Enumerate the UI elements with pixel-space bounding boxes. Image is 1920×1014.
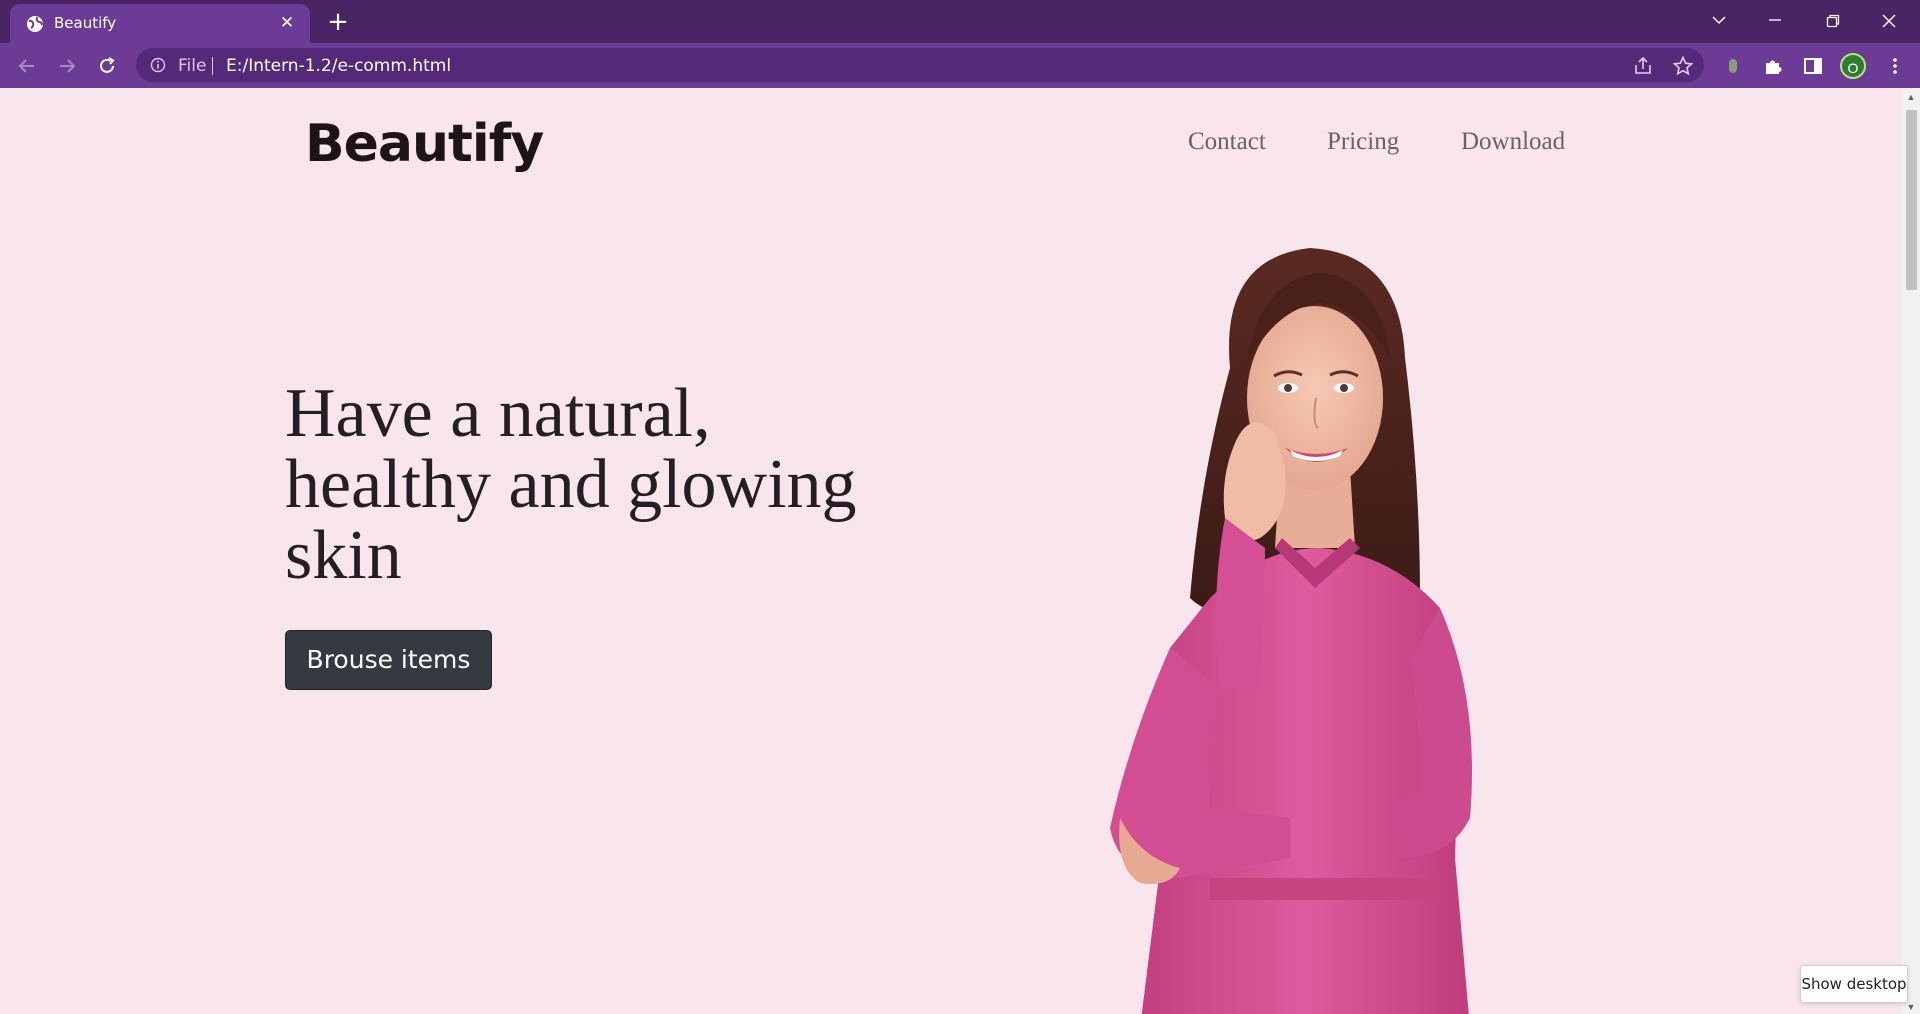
show-desktop-tooltip: Show desktop xyxy=(1800,965,1908,1003)
share-icon[interactable] xyxy=(1632,55,1654,77)
hero-model-image xyxy=(1110,248,1472,1014)
forward-icon[interactable] xyxy=(52,51,82,81)
nav-link-contact[interactable]: Contact xyxy=(1188,128,1266,156)
restore-icon[interactable] xyxy=(1810,6,1856,36)
info-icon[interactable] xyxy=(150,57,166,73)
tab-strip: Beautify ✕ + xyxy=(0,0,1920,43)
scroll-up-arrow-icon[interactable]: ▲ xyxy=(1906,92,1916,102)
page-viewport: Beautify Contact Pricing Download Have a… xyxy=(0,88,1902,1014)
hero-title-line: healthy and glowing xyxy=(285,446,857,523)
kebab-menu-icon[interactable] xyxy=(1884,55,1906,77)
nav-link-download[interactable]: Download xyxy=(1461,128,1565,156)
globe-icon xyxy=(27,16,43,32)
brand-logo[interactable]: Beautify xyxy=(305,114,544,174)
nav-link-pricing[interactable]: Pricing xyxy=(1327,128,1399,156)
side-panel-icon[interactable] xyxy=(1802,55,1824,77)
scroll-down-arrow-icon[interactable]: ▼ xyxy=(1906,1002,1916,1012)
hero-title-line: skin xyxy=(285,517,402,594)
hero-title: Have a natural, healthy and glowing skin xyxy=(285,378,925,591)
browser-toolbar: File E:/Intern-1.2/e-comm.html O xyxy=(0,43,1920,88)
new-tab-button[interactable]: + xyxy=(324,9,352,37)
page-scrollbar[interactable]: ▲ ▼ xyxy=(1902,88,1920,1014)
scheme-label: File xyxy=(178,56,207,76)
tab-close-icon[interactable]: ✕ xyxy=(276,12,298,34)
extension-icon[interactable] xyxy=(1722,55,1744,77)
scroll-thumb[interactable] xyxy=(1906,110,1917,290)
address-bar[interactable]: File E:/Intern-1.2/e-comm.html xyxy=(136,48,1704,82)
hero-title-line: Have a natural, xyxy=(285,375,711,452)
back-icon[interactable] xyxy=(12,51,42,81)
tab-beautify[interactable]: Beautify ✕ xyxy=(10,4,310,43)
profile-avatar[interactable]: O xyxy=(1840,53,1866,79)
address-separator xyxy=(212,57,213,75)
window-close-icon[interactable] xyxy=(1866,6,1912,36)
tab-title: Beautify xyxy=(54,14,117,32)
browse-items-button[interactable]: Brouse items xyxy=(285,630,492,690)
bookmark-star-icon[interactable] xyxy=(1672,55,1694,77)
tab-search-chevron-icon[interactable] xyxy=(1696,6,1742,36)
reload-icon[interactable] xyxy=(92,51,122,81)
minimize-icon[interactable] xyxy=(1752,6,1798,36)
puzzle-icon[interactable] xyxy=(1762,55,1784,77)
address-url[interactable]: E:/Intern-1.2/e-comm.html xyxy=(226,56,451,76)
